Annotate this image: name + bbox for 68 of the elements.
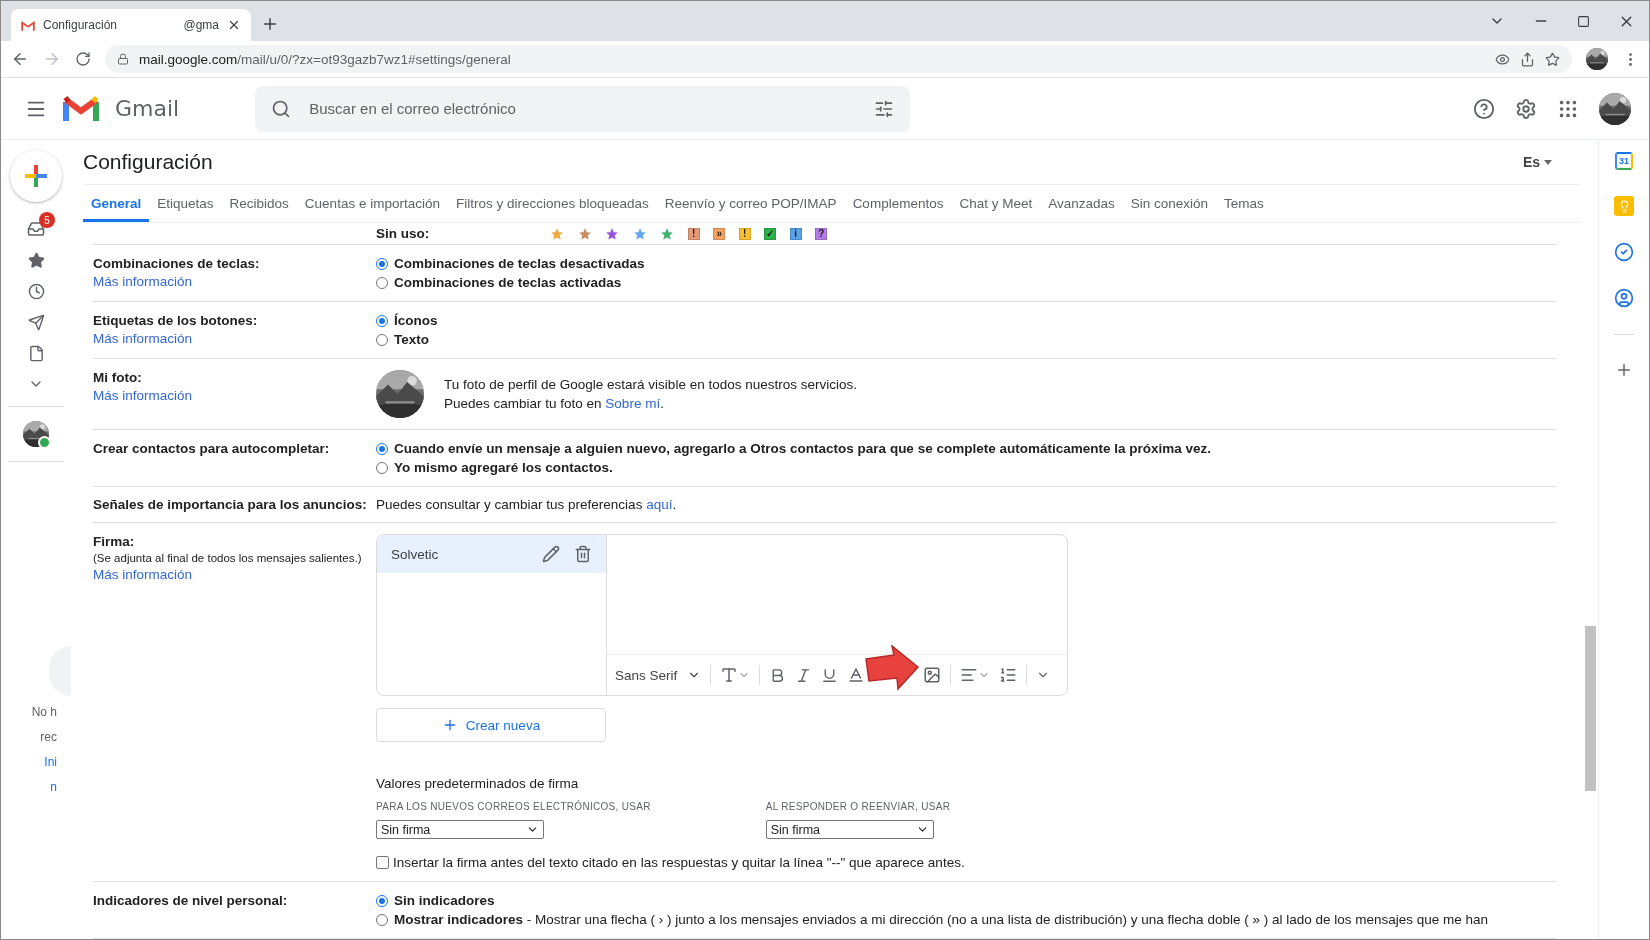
settings-tab[interactable]: Chat y Meet xyxy=(951,185,1041,222)
setting-note: (Se adjunta al final de todos los mensajes salientes.) xyxy=(93,552,363,564)
option-text: Combinaciones de teclas desactivadas xyxy=(394,256,645,271)
setting-label: Mi foto: xyxy=(93,370,143,385)
option-text: Sin indicadores xyxy=(394,893,495,908)
search-bar[interactable]: Buscar en el correo electrónico xyxy=(255,85,911,132)
note-text: No h xyxy=(31,704,57,721)
note-link[interactable]: n xyxy=(50,778,57,796)
unread-badge: 5 xyxy=(39,212,55,228)
more-info-link[interactable]: Más información xyxy=(93,388,193,403)
note-link[interactable]: Ini xyxy=(44,753,57,771)
setting-label: Crear contactos para autocompletar: xyxy=(93,441,331,456)
signature-select[interactable]: Sin firma xyxy=(376,820,544,839)
settings-tab[interactable]: General xyxy=(83,185,150,222)
settings-tab[interactable]: Sin conexión xyxy=(1122,185,1217,222)
tab-title: @gma xyxy=(183,18,219,32)
signature-name: Solvetic xyxy=(391,546,440,562)
defaults-label: PARA LOS NUEVOS CORREOS ELECTRÓNICOS, USAR xyxy=(376,801,651,812)
setting-label: Sin uso: xyxy=(376,226,430,241)
signature-select[interactable]: Sin firma xyxy=(765,820,934,839)
option-text: Yo mismo agregaré los contactos. xyxy=(394,460,613,475)
checkbox-label: Insertar la firma antes del texto citado en las respuestas y quitar la línea "--" que aparece antes. xyxy=(393,855,965,870)
search-field[interactable]: Buscar en el correo electrónico xyxy=(307,99,859,118)
marker-icon[interactable]: ! xyxy=(687,227,700,240)
marker-icon[interactable]: ? xyxy=(815,227,828,240)
settings-tab[interactable]: Recibidos xyxy=(221,185,297,222)
tab-title: Configuración xyxy=(43,18,118,32)
settings-tab[interactable]: Filtros y direcciones bloqueadas xyxy=(447,185,657,222)
more-info-link[interactable]: Más información xyxy=(93,567,193,582)
marker-icon[interactable]: ✓ xyxy=(764,227,777,240)
photo-info-text: Tu foto de perfil de Google estará visible en todos nuestros servicios. xyxy=(444,377,857,392)
calendar-icon[interactable]: 31 xyxy=(1615,152,1633,170)
option-text: Mostrar indicadores - Mostrar una flecha ( › ) junto a los mensajes enviados a mi dirección (no a una lista de distribución) y una flecha doble ( » ) al lado de los mensajes que me han xyxy=(394,912,1489,927)
setting-label: Señales de importancia para los anuncios: xyxy=(93,497,368,512)
note-text: rec xyxy=(40,729,57,746)
create-signature-button[interactable]: Crear nueva xyxy=(376,708,606,742)
gmail-wordmark: Gmail xyxy=(115,96,180,121)
setting-label: Indicadores de nivel personal: xyxy=(93,893,289,908)
option-text: Cuando envíe un mensaje a alguien nuevo, agregarlo a Otros contactos para que se complete automáticamente la próxima vez. xyxy=(394,441,1211,456)
setting-label: Combinaciones de teclas: xyxy=(93,256,261,271)
defaults-title: Valores predeterminados de firma xyxy=(376,776,580,791)
settings-tab[interactable]: Temas xyxy=(1216,185,1272,222)
marker-icon[interactable]: » xyxy=(713,227,726,240)
setting-label: Firma: xyxy=(93,534,136,549)
signature-item[interactable]: Solvetic xyxy=(377,535,606,573)
option-text: Íconos xyxy=(394,313,438,328)
page-title: Configuración xyxy=(83,150,213,174)
settings-tab[interactable]: Complementos xyxy=(844,185,952,222)
defaults-label: AL RESPONDER O REENVIAR, USAR xyxy=(765,801,951,812)
settings-tab[interactable]: Cuentas e importación xyxy=(296,185,448,222)
more-info-link[interactable]: Más información xyxy=(93,274,193,289)
more-info-link[interactable]: Más información xyxy=(93,331,193,346)
settings-tab[interactable]: Etiquetas xyxy=(149,185,222,222)
preferences-text: Puedes consultar y cambiar tus preferencias aquí. xyxy=(376,497,678,512)
marker-icon[interactable]: i xyxy=(789,227,802,240)
settings-tab[interactable]: Reenvío y correo POP/IMAP xyxy=(656,185,845,222)
marker-icon[interactable]: ! xyxy=(738,227,751,240)
option-text: Combinaciones de teclas activadas xyxy=(394,275,622,290)
option-text: Texto xyxy=(394,332,429,347)
url-text: mail.google.com/mail/u/0/?zx=ot93gazb7wz1#settings/general xyxy=(139,51,511,67)
setting-label: Etiquetas de los botones: xyxy=(93,313,259,328)
photo-change-text: Puedes cambiar tu foto en Sobre mí. xyxy=(444,396,665,411)
language-dropdown[interactable]: Es xyxy=(1516,153,1558,171)
font-dropdown[interactable]: Sans Serif xyxy=(615,667,702,683)
browser-tab[interactable]: Configuración @gma xyxy=(11,9,251,41)
address-bar[interactable]: mail.google.com/mail/u/0/?zx=ot93gazb7wz1#settings/general xyxy=(105,45,1572,73)
about-me-link[interactable]: Sobre mí xyxy=(605,396,661,411)
settings-tab[interactable]: Avanzadas xyxy=(1040,185,1123,222)
